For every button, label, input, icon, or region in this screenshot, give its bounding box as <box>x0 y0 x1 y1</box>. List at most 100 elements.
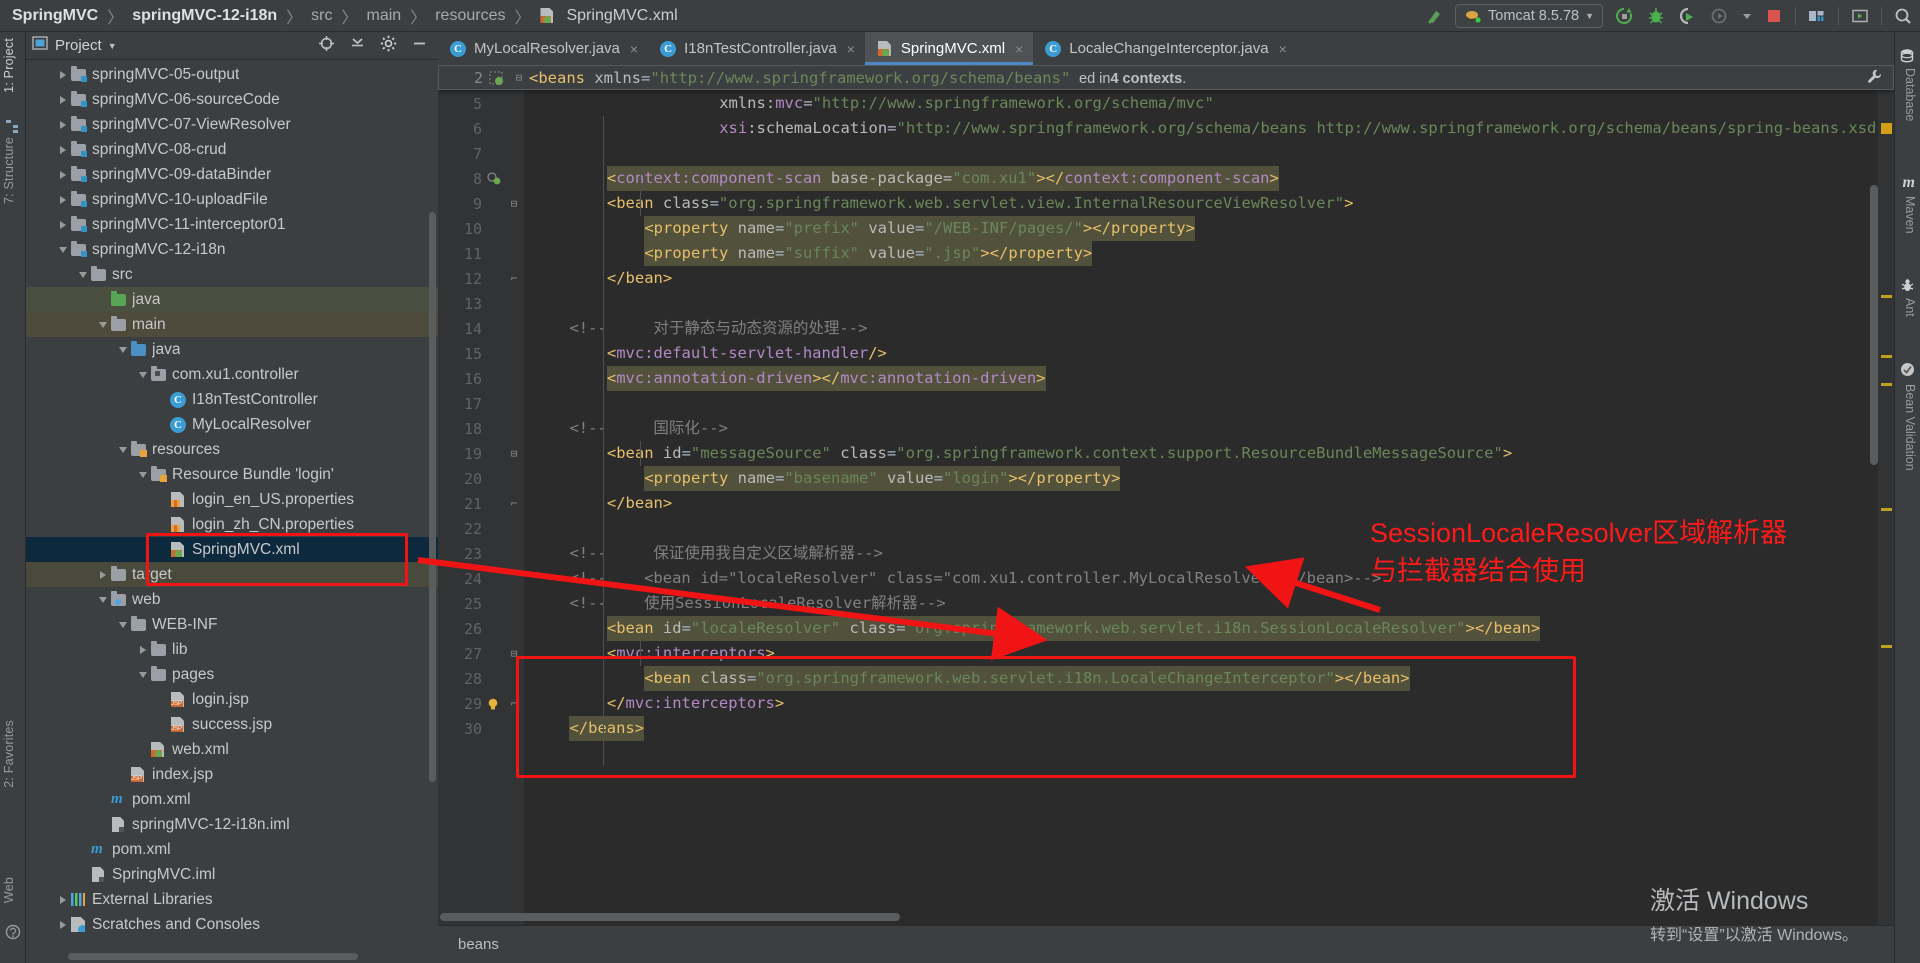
tree-item-springmvc-xml[interactable]: SpringMVC.xml <box>26 537 438 562</box>
project-tree-vertical-scrollbar[interactable] <box>429 212 436 782</box>
close-tab-icon[interactable]: × <box>1279 41 1287 57</box>
code-line-20[interactable]: <property name="basename" value="login">… <box>644 466 1121 491</box>
tree-item-java[interactable]: java <box>26 287 438 312</box>
marker-warning[interactable] <box>1881 295 1892 298</box>
editor-tab-i18ntestcontroller-java[interactable]: C I18nTestController.java × <box>648 32 865 65</box>
search-everywhere-icon[interactable] <box>1892 5 1914 27</box>
tree-item-pom-xml[interactable]: m pom.xml <box>26 787 438 812</box>
settings-gear-icon[interactable] <box>380 35 397 57</box>
fold-close-icon[interactable]: ⌐ <box>504 697 524 710</box>
tree-item-scratches-and-consoles[interactable]: Scratches and Consoles <box>26 912 438 937</box>
tool-window-bean-validation[interactable]: Bean Validation <box>1903 384 1917 471</box>
expand-arrow-icon[interactable] <box>56 112 70 137</box>
gutter-line-18[interactable]: 18 <box>438 416 524 441</box>
editor-horizontal-scrollbar[interactable] <box>440 913 900 921</box>
tool-window-ant[interactable]: Ant <box>1903 298 1917 317</box>
fold-open-icon[interactable]: ⊟ <box>504 197 524 210</box>
tool-window-maven[interactable]: Maven <box>1903 196 1917 234</box>
tree-item-web-inf[interactable]: WEB-INF <box>26 612 438 637</box>
breadcrumb-item-4[interactable]: resources <box>435 7 505 25</box>
tree-item-java[interactable]: java <box>26 337 438 362</box>
marker-warning[interactable] <box>1881 645 1892 648</box>
gutter-line-14[interactable]: 14 <box>438 316 524 341</box>
code-line-29[interactable]: </mvc:interceptors > <box>607 691 784 716</box>
fold-close-icon[interactable]: ⌐ <box>504 497 524 510</box>
collapse-arrow-icon[interactable] <box>56 237 70 262</box>
collapse-arrow-icon[interactable] <box>96 587 110 612</box>
gutter-line-5[interactable]: 5 <box>438 91 524 116</box>
collapse-arrow-icon[interactable] <box>116 612 130 637</box>
tree-item-pages[interactable]: pages <box>26 662 438 687</box>
tree-item-login-jsp[interactable]: JSP login.jsp <box>26 687 438 712</box>
tree-item-springmvc-iml[interactable]: SpringMVC.iml <box>26 862 438 887</box>
hammer-icon[interactable] <box>1423 5 1445 27</box>
tree-item-mylocalresolver[interactable]: C MyLocalResolver <box>26 412 438 437</box>
breadcrumb-file[interactable]: SpringMVC.xml <box>539 7 678 25</box>
expand-arrow-icon[interactable] <box>96 562 110 587</box>
collapse-arrow-icon[interactable] <box>116 437 130 462</box>
tool-window-web[interactable]: Web <box>2 877 16 903</box>
tool-window-project[interactable]: 1: Project <box>2 38 16 93</box>
rerun-icon[interactable] <box>1613 5 1635 27</box>
structure-strip-icon[interactable] <box>5 118 21 139</box>
marker-warning[interactable] <box>1881 355 1892 358</box>
editor-gutter[interactable]: 5 6 7 8 9 ⊟ 10 11 12 ⌐ 13 14 15 16 17 18 19 ⊟ 20 21 ⌐ 22 23 24 2… <box>438 65 524 925</box>
collapse-arrow-icon[interactable] <box>136 462 150 487</box>
tree-item-springmvc-10-uploadfile[interactable]: springMVC-10-uploadFile <box>26 187 438 212</box>
gutter-line-15[interactable]: 15 <box>438 341 524 366</box>
fold-marker-icon[interactable]: ⊟ <box>509 71 529 84</box>
profiler-icon[interactable] <box>1709 5 1731 27</box>
help-icon[interactable] <box>5 924 21 945</box>
tree-item-success-jsp[interactable]: JSP success.jsp <box>26 712 438 737</box>
tree-item-com-xu1-controller[interactable]: com.xu1.controller <box>26 362 438 387</box>
gutter-line-23[interactable]: 23 <box>438 541 524 566</box>
gutter-line-10[interactable]: 10 <box>438 216 524 241</box>
tree-item-src[interactable]: src <box>26 262 438 287</box>
code-line-28[interactable]: <bean class="org.springframework.web.ser… <box>644 666 1410 691</box>
code-line-26[interactable]: <bean id="localeResolver" class="org.spr… <box>606 616 1541 641</box>
code-line-27[interactable]: < mvc:interceptors > <box>607 641 775 666</box>
tree-item-resource-bundle-login-[interactable]: Resource Bundle 'login' <box>26 462 438 487</box>
tree-item-web[interactable]: web <box>26 587 438 612</box>
expand-arrow-icon[interactable] <box>136 637 150 662</box>
expand-arrow-icon[interactable] <box>56 187 70 212</box>
gutter-line-8[interactable]: 8 <box>438 166 524 191</box>
gutter-line-13[interactable]: 13 <box>438 291 524 316</box>
gutter-line-12[interactable]: 12 ⌐ <box>438 266 524 291</box>
tree-item-login-en-us-properties[interactable]: login_en_US.properties <box>26 487 438 512</box>
fold-open-icon[interactable]: ⊟ <box>504 647 524 660</box>
locate-icon[interactable] <box>318 35 335 57</box>
collapse-arrow-icon[interactable] <box>136 362 150 387</box>
hide-icon[interactable] <box>411 35 428 57</box>
project-structure-icon[interactable] <box>1806 5 1828 27</box>
editor-code-lines[interactable]: xmlns: mvc = "http://www.springframework.or… <box>524 65 1894 925</box>
tree-item-index-jsp[interactable]: JSP index.jsp <box>26 762 438 787</box>
tree-item-main[interactable]: main <box>26 312 438 337</box>
gutter-line-29[interactable]: 29 ⌐ <box>438 691 524 716</box>
code-line-23[interactable]: <!-- 保证使用我自定义区域解析器--> <box>569 541 882 566</box>
tree-item-pom-xml[interactable]: m pom.xml <box>26 837 438 862</box>
code-line-8[interactable]: <context:component-scan base-package="co… <box>606 166 1279 191</box>
tree-item-external-libraries[interactable]: External Libraries <box>26 887 438 912</box>
code-line-24[interactable]: <!-- <bean id="localeResolver" class="co… <box>569 566 1381 591</box>
tree-item-lib[interactable]: lib <box>26 637 438 662</box>
expand-arrow-icon[interactable] <box>56 162 70 187</box>
code-line-14[interactable]: <!-- 对于静态与动态资源的处理--> <box>569 316 867 341</box>
run-with-coverage-icon[interactable] <box>1677 5 1699 27</box>
code-line-18[interactable]: <!-- 国际化--> <box>569 416 727 441</box>
gutter-line-25[interactable]: 25 <box>438 591 524 616</box>
editor-tab-localechangeinterceptor-java[interactable]: C LocaleChangeInterceptor.java × <box>1033 32 1297 65</box>
run-configuration-selector[interactable]: Tomcat 8.5.78 ▼ <box>1455 4 1603 28</box>
code-editor[interactable]: 5 6 7 8 9 ⊟ 10 11 12 ⌐ 13 14 15 16 17 18 19 ⊟ 20 21 ⌐ 22 23 24 2… <box>438 65 1894 925</box>
tree-item-target[interactable]: target <box>26 562 438 587</box>
gutter-line-11[interactable]: 11 <box>438 241 524 266</box>
collapse-arrow-icon[interactable] <box>96 312 110 337</box>
chevron-down-icon[interactable]: ▼ <box>108 41 117 51</box>
gutter-line-7[interactable]: 7 <box>438 141 524 166</box>
tree-item-login-zh-cn-properties[interactable]: login_zh_CN.properties <box>26 512 438 537</box>
gutter-line-21[interactable]: 21 ⌐ <box>438 491 524 516</box>
gutter-line-6[interactable]: 6 <box>438 116 524 141</box>
code-line-10[interactable]: <property name="prefix" value="/WEB-INF/… <box>644 216 1195 241</box>
project-tree[interactable]: springMVC-05-output springMVC-06-sourceCo… <box>26 60 438 963</box>
tool-window-structure[interactable]: 7: Structure <box>2 137 16 204</box>
